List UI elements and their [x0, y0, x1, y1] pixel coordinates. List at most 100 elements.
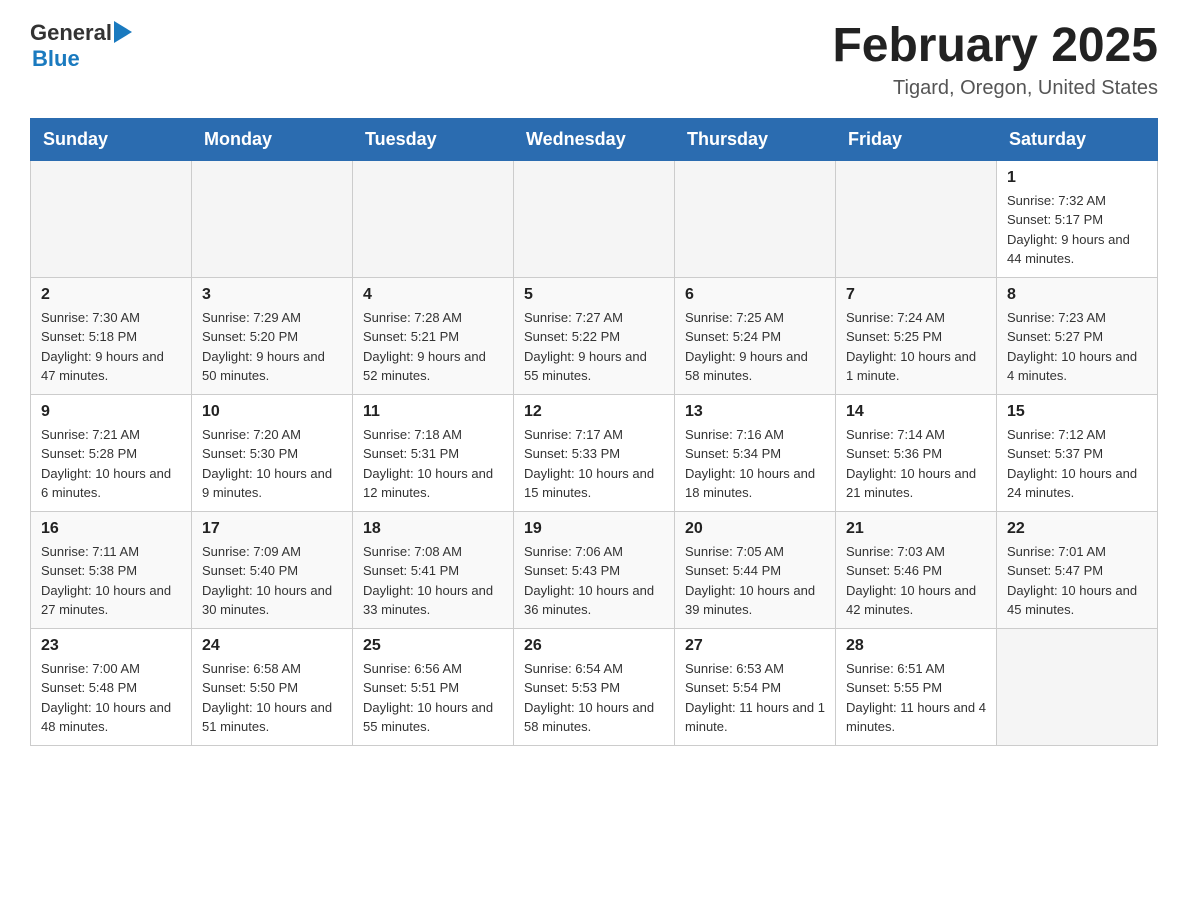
day-number: 15 — [1007, 403, 1147, 421]
day-number: 27 — [685, 637, 825, 655]
day-number: 17 — [202, 520, 342, 538]
day-number: 24 — [202, 637, 342, 655]
header-day-saturday: Saturday — [997, 118, 1158, 160]
page-header: General Blue February 2025 Tigard, Orego… — [30, 20, 1158, 100]
day-number: 7 — [846, 286, 986, 304]
logo: General Blue — [30, 20, 132, 72]
calendar-cell: 8 Sunrise: 7:23 AM Sunset: 5:27 PM Daylig… — [997, 277, 1158, 394]
day-info: Sunrise: 7:24 AM Sunset: 5:25 PM Dayligh… — [846, 308, 986, 386]
day-info: Sunrise: 7:06 AM Sunset: 5:43 PM Dayligh… — [524, 542, 664, 620]
calendar-cell: 20Sunrise: 7:05 AM Sunset: 5:44 PM Dayli… — [675, 511, 836, 628]
day-info: Sunrise: 6:58 AM Sunset: 5:50 PM Dayligh… — [202, 659, 342, 737]
calendar-cell: 16 Sunrise: 7:11 AM Sunset: 5:38 PM Dayli… — [31, 511, 192, 628]
day-number: 9 — [41, 403, 181, 421]
calendar-cell: 2 Sunrise: 7:30 AM Sunset: 5:18 PM Daylig… — [31, 277, 192, 394]
day-number: 8 — [1007, 286, 1147, 304]
calendar-cell: 10 Sunrise: 7:20 AM Sunset: 5:30 PM Dayli… — [192, 394, 353, 511]
day-info: Sunrise: 7:21 AM Sunset: 5:28 PM Dayligh… — [41, 425, 181, 503]
day-number: 2 — [41, 286, 181, 304]
day-number: 22 — [1007, 520, 1147, 538]
day-number: 12 — [524, 403, 664, 421]
day-info: Sunrise: 7:18 AM Sunset: 5:31 PM Dayligh… — [363, 425, 503, 503]
day-info: Sunrise: 7:20 AM Sunset: 5:30 PM Dayligh… — [202, 425, 342, 503]
calendar-cell — [31, 160, 192, 277]
title-block: February 2025 Tigard, Oregon, United Sta… — [832, 20, 1158, 100]
logo-general-text: General — [30, 20, 112, 46]
calendar-cell: 26Sunrise: 6:54 AM Sunset: 5:53 PM Dayli… — [514, 628, 675, 745]
calendar-cell: 9 Sunrise: 7:21 AM Sunset: 5:28 PM Daylig… — [31, 394, 192, 511]
calendar-cell: 24 Sunrise: 6:58 AM Sunset: 5:50 PM Dayli… — [192, 628, 353, 745]
calendar-cell: 22 Sunrise: 7:01 AM Sunset: 5:47 PM Dayli… — [997, 511, 1158, 628]
calendar-cell: 4 Sunrise: 7:28 AM Sunset: 5:21 PM Daylig… — [353, 277, 514, 394]
calendar-cell: 14 Sunrise: 7:14 AM Sunset: 5:36 PM Dayli… — [836, 394, 997, 511]
calendar-cell: 12 Sunrise: 7:17 AM Sunset: 5:33 PM Dayli… — [514, 394, 675, 511]
day-info: Sunrise: 6:51 AM Sunset: 5:55 PM Dayligh… — [846, 659, 986, 737]
day-number: 4 — [363, 286, 503, 304]
day-info: Sunrise: 6:56 AM Sunset: 5:51 PM Dayligh… — [363, 659, 503, 737]
header-day-friday: Friday — [836, 118, 997, 160]
calendar-cell: 6 Sunrise: 7:25 AM Sunset: 5:24 PM Daylig… — [675, 277, 836, 394]
calendar-cell: 11 Sunrise: 7:18 AM Sunset: 5:31 PM Dayli… — [353, 394, 514, 511]
calendar-cell: 19 Sunrise: 7:06 AM Sunset: 5:43 PM Dayli… — [514, 511, 675, 628]
day-info: Sunrise: 7:12 AM Sunset: 5:37 PM Dayligh… — [1007, 425, 1147, 503]
logo-blue-text: Blue — [32, 46, 80, 72]
day-info: Sunrise: 7:28 AM Sunset: 5:21 PM Dayligh… — [363, 308, 503, 386]
week-row-4: 16 Sunrise: 7:11 AM Sunset: 5:38 PM Dayli… — [31, 511, 1158, 628]
week-row-1: 1Sunrise: 7:32 AM Sunset: 5:17 PM Daylig… — [31, 160, 1158, 277]
month-title: February 2025 — [832, 20, 1158, 73]
day-number: 28 — [846, 637, 986, 655]
day-number: 10 — [202, 403, 342, 421]
header-day-wednesday: Wednesday — [514, 118, 675, 160]
calendar-body: 1Sunrise: 7:32 AM Sunset: 5:17 PM Daylig… — [31, 160, 1158, 745]
calendar-cell: 18Sunrise: 7:08 AM Sunset: 5:41 PM Dayli… — [353, 511, 514, 628]
header-day-tuesday: Tuesday — [353, 118, 514, 160]
day-number: 11 — [363, 403, 503, 421]
header-day-sunday: Sunday — [31, 118, 192, 160]
day-number: 18 — [363, 520, 503, 538]
calendar-cell: 5 Sunrise: 7:27 AM Sunset: 5:22 PM Daylig… — [514, 277, 675, 394]
day-info: Sunrise: 7:29 AM Sunset: 5:20 PM Dayligh… — [202, 308, 342, 386]
day-number: 14 — [846, 403, 986, 421]
calendar-cell: 21Sunrise: 7:03 AM Sunset: 5:46 PM Dayli… — [836, 511, 997, 628]
calendar-cell — [675, 160, 836, 277]
calendar-cell: 7 Sunrise: 7:24 AM Sunset: 5:25 PM Daylig… — [836, 277, 997, 394]
day-info: Sunrise: 7:23 AM Sunset: 5:27 PM Dayligh… — [1007, 308, 1147, 386]
day-number: 6 — [685, 286, 825, 304]
header-row: SundayMondayTuesdayWednesdayThursdayFrid… — [31, 118, 1158, 160]
day-info: Sunrise: 7:09 AM Sunset: 5:40 PM Dayligh… — [202, 542, 342, 620]
day-info: Sunrise: 7:17 AM Sunset: 5:33 PM Dayligh… — [524, 425, 664, 503]
day-info: Sunrise: 7:11 AM Sunset: 5:38 PM Dayligh… — [41, 542, 181, 620]
calendar-cell: 1Sunrise: 7:32 AM Sunset: 5:17 PM Daylig… — [997, 160, 1158, 277]
day-number: 25 — [363, 637, 503, 655]
day-info: Sunrise: 7:03 AM Sunset: 5:46 PM Dayligh… — [846, 542, 986, 620]
day-info: Sunrise: 7:16 AM Sunset: 5:34 PM Dayligh… — [685, 425, 825, 503]
calendar-cell — [514, 160, 675, 277]
week-row-5: 23 Sunrise: 7:00 AM Sunset: 5:48 PM Dayli… — [31, 628, 1158, 745]
calendar-cell: 13Sunrise: 7:16 AM Sunset: 5:34 PM Dayli… — [675, 394, 836, 511]
location-title: Tigard, Oregon, United States — [832, 77, 1158, 100]
day-number: 16 — [41, 520, 181, 538]
day-number: 3 — [202, 286, 342, 304]
day-info: Sunrise: 7:00 AM Sunset: 5:48 PM Dayligh… — [41, 659, 181, 737]
day-info: Sunrise: 7:01 AM Sunset: 5:47 PM Dayligh… — [1007, 542, 1147, 620]
day-number: 26 — [524, 637, 664, 655]
logo-flag-icon — [114, 21, 132, 43]
day-info: Sunrise: 7:14 AM Sunset: 5:36 PM Dayligh… — [846, 425, 986, 503]
day-number: 19 — [524, 520, 664, 538]
calendar-cell: 25 Sunrise: 6:56 AM Sunset: 5:51 PM Dayli… — [353, 628, 514, 745]
calendar-cell: 28 Sunrise: 6:51 AM Sunset: 5:55 PM Dayli… — [836, 628, 997, 745]
day-number: 20 — [685, 520, 825, 538]
calendar-header: SundayMondayTuesdayWednesdayThursdayFrid… — [31, 118, 1158, 160]
day-number: 23 — [41, 637, 181, 655]
week-row-3: 9 Sunrise: 7:21 AM Sunset: 5:28 PM Daylig… — [31, 394, 1158, 511]
calendar-cell — [836, 160, 997, 277]
calendar-cell — [997, 628, 1158, 745]
calendar-cell: 15 Sunrise: 7:12 AM Sunset: 5:37 PM Dayli… — [997, 394, 1158, 511]
calendar-cell: 23 Sunrise: 7:00 AM Sunset: 5:48 PM Dayli… — [31, 628, 192, 745]
day-info: Sunrise: 7:30 AM Sunset: 5:18 PM Dayligh… — [41, 308, 181, 386]
calendar-cell — [353, 160, 514, 277]
day-info: Sunrise: 7:32 AM Sunset: 5:17 PM Dayligh… — [1007, 191, 1147, 269]
day-info: Sunrise: 7:25 AM Sunset: 5:24 PM Dayligh… — [685, 308, 825, 386]
day-info: Sunrise: 7:27 AM Sunset: 5:22 PM Dayligh… — [524, 308, 664, 386]
day-number: 5 — [524, 286, 664, 304]
